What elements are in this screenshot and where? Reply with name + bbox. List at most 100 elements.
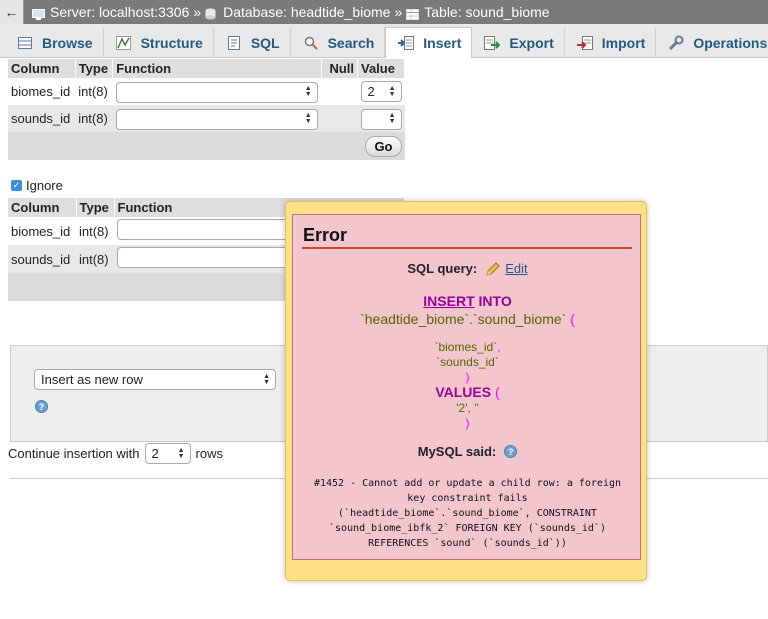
keyword-into: INTO [478,293,512,309]
go-button[interactable]: Go [365,135,402,157]
breadcrumb-separator: » [394,4,403,20]
tab-structure[interactable]: Structure [104,27,214,58]
column-name: sounds_id [8,105,76,132]
header-type: Type [75,59,114,78]
breadcrumb-table[interactable]: Table: sound_biome [424,4,549,20]
table-row: biomes_id int(8) ▲ ▼ 2 ▲ ▼ [8,78,405,105]
database-icon [205,7,218,19]
ignore-checkbox-row[interactable]: ✓ Ignore [11,178,63,193]
tab-sql[interactable]: SQL [214,27,291,58]
value-field[interactable]: 2 ▲ ▼ [360,81,402,102]
breadcrumb: Server: localhost:3306 » Database: headt… [32,4,550,20]
table-icon [406,7,420,20]
sql-query-label: SQL query: [407,261,478,276]
keyword-values: VALUES [435,384,492,400]
tab-browse[interactable]: Browse [5,27,104,58]
query-column: `biomes_id` [434,340,498,354]
function-select[interactable]: ▲ ▼ [115,81,318,103]
column-type: int(8) [76,217,114,245]
query-values: '2', '' [456,401,479,415]
column-type: int(8) [75,78,113,105]
insert-form-table: Column Type Function Null Value biomes_i… [8,59,405,160]
query-column: `sounds_id` [436,355,499,369]
ignore-checkbox[interactable]: ✓ [11,180,22,191]
query-line-table: `headtide_biome`.`sound_biome` ( [293,311,642,327]
column-name: biomes_id [8,78,76,105]
tab-insert[interactable]: Insert [385,27,473,58]
error-divider [302,247,632,249]
query-paren: ( [494,384,500,400]
insert-mode-value: Insert as new row [41,372,143,387]
keyword-insert[interactable]: INSERT [423,293,474,309]
continue-label: Continue insertion with [8,446,140,461]
tab-export[interactable]: Export [472,27,565,58]
tab-label: Browse [42,34,93,51]
tab-import[interactable]: Import [565,27,657,58]
tab-operations[interactable]: Operations [656,27,768,58]
browse-icon [17,36,33,50]
tab-label: Import [601,34,646,51]
updown-icon: ▲ ▼ [177,446,185,460]
query-line-values: VALUES ( [293,384,642,400]
edit-icon[interactable] [485,261,501,276]
back-button[interactable]: ← [0,0,24,24]
help-icon[interactable]: ? [504,445,518,458]
continue-insertion: Continue insertion with 2 ▲ ▼ rows [8,443,223,464]
tab-label: SQL [250,34,280,51]
updown-icon: ▲ ▼ [304,85,312,99]
server-icon [32,7,45,20]
continue-rows-select[interactable]: 2 ▲ ▼ [144,443,191,464]
breadcrumb-database[interactable]: Database: headtide_biome [223,4,390,20]
tab-label: Insert [423,35,462,51]
operations-icon [668,35,684,50]
value-text: 2 [367,84,375,99]
query-comma: , [497,340,501,354]
ignore-label: Ignore [26,178,63,193]
error-message-line: REFERENCES `sound` (`sounds_id`)) [368,538,567,549]
query-paren: ( [570,311,575,327]
query-line-close2: ) [293,416,642,430]
column-type: int(8) [76,245,114,273]
edit-link[interactable]: Edit [505,261,527,276]
table-row: sounds_id int(8) ▲ ▼ ▲ ▼ [8,105,405,132]
breadcrumb-bar: ← Server: localhost:3306 » Database: hea… [0,0,768,24]
structure-icon [116,35,132,50]
error-message-line: key constraint fails [407,493,528,504]
export-icon [484,35,501,50]
updown-icon: ▲ ▼ [263,372,270,386]
header-type: Type [76,198,115,217]
query-line-col1: `biomes_id`, [293,340,642,354]
function-select[interactable]: ▲ ▼ [115,108,318,130]
continue-suffix: rows [195,446,223,461]
header-column: Column [8,198,77,217]
breadcrumb-server[interactable]: Server: localhost:3306 [50,4,189,20]
error-message-line: #1452 - Cannot add or update a child row… [313,478,622,489]
insert-mode-select[interactable]: Insert as new row ▲ ▼ [34,369,276,390]
updown-icon: ▲ ▼ [388,84,396,98]
query-line-col2: `sounds_id` [293,355,642,369]
header-value: Value [357,59,405,78]
mysql-said-label: MySQL said: [417,444,497,459]
tab-search[interactable]: Search [291,27,386,58]
column-type: int(8) [75,105,113,132]
query-table-name: `headtide_biome`.`sound_biome` [360,311,567,327]
help-icon[interactable]: ? [35,400,48,413]
updown-icon: ▲ ▼ [304,112,312,126]
error-title: Error [303,225,348,245]
error-message-line: (`headtide_biome`.`sound_biome`, CONSTRA… [338,508,597,519]
tab-bar: Browse Structure SQL Search Insert Expor… [0,24,768,58]
query-paren: ) [465,370,470,384]
header-column: Column [8,59,76,78]
header-null: Null [321,59,359,78]
query-line-vals: '2', '' [293,401,642,415]
value-field[interactable]: ▲ ▼ [360,108,402,130]
breadcrumb-separator: » [193,4,202,20]
column-name: sounds_id [8,245,76,273]
error-message: #1452 - Cannot add or update a child row… [301,476,634,551]
error-box: Error SQL query: Edit INSERT INTO `headt… [292,214,641,560]
tab-label: Structure [140,34,203,51]
query-line-close: ) [293,370,642,384]
query-line-insert: INSERT INTO [293,293,642,309]
sql-icon [226,35,242,50]
tab-label: Search [327,34,375,51]
